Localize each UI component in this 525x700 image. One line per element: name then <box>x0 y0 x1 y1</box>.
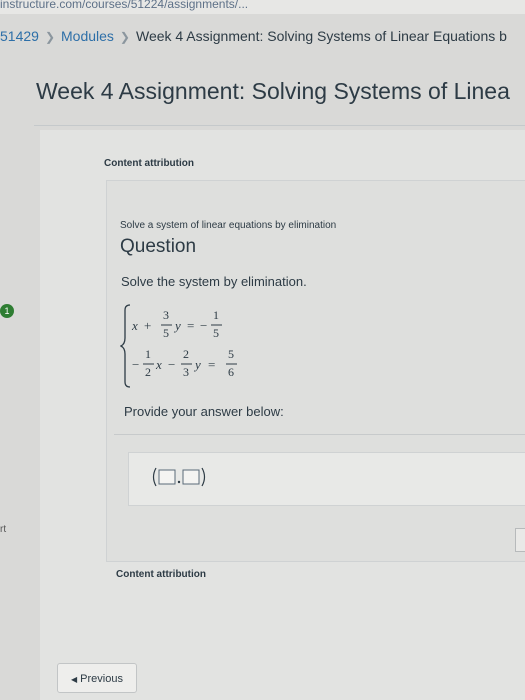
eq1-minus: − <box>200 318 207 333</box>
left-paren-icon <box>152 467 157 487</box>
eq2-coef-y-num: 2 <box>183 347 189 361</box>
comma-icon <box>177 480 181 484</box>
previous-label: Previous <box>80 673 123 685</box>
eq1-plus: + <box>144 318 151 333</box>
eq1-rhs-num: 1 <box>213 308 219 322</box>
chevron-right-icon: ❯ <box>44 30 55 44</box>
previous-button[interactable]: ◀ Previous <box>57 663 137 693</box>
eq1-coef-num: 3 <box>163 308 169 322</box>
eq1-coef-den: 5 <box>163 326 169 340</box>
eq2-coef-x-den: 2 <box>145 365 151 379</box>
browser-url-bar[interactable]: instructure.com/courses/51224/assignment… <box>0 0 525 14</box>
answer-prompt-label: Provide your answer below: <box>124 404 284 419</box>
y-value-box <box>182 469 200 485</box>
eq2-rhs-den: 6 <box>228 365 234 379</box>
ordered-pair-input[interactable] <box>151 467 207 487</box>
right-edge-handle[interactable] <box>515 528 525 552</box>
x-value-box <box>158 469 176 485</box>
page-title: Week 4 Assignment: Solving Systems of Li… <box>36 78 510 104</box>
eq1-x: x <box>131 318 138 333</box>
breadcrumb-current: Week 4 Assignment: Solving Systems of Li… <box>135 28 507 44</box>
breadcrumb: 51429 ❯ Modules ❯ Week 4 Assignment: Solving… <box>0 28 525 50</box>
chevron-left-icon: ◀ <box>71 675 78 684</box>
content-attribution-bottom[interactable]: Content attribution <box>116 569 206 580</box>
eq2-coef-y-den: 3 <box>183 365 189 379</box>
eq2-minus: − <box>168 357 175 372</box>
eq2-x: x <box>155 357 162 372</box>
url-text: instructure.com/courses/51224/assignment… <box>0 0 249 11</box>
eq1-y: y <box>173 318 181 333</box>
chevron-right-icon: ❯ <box>119 30 130 44</box>
question-prompt: Solve the system by elimination. <box>121 274 307 289</box>
breadcrumb-modules[interactable]: Modules <box>61 28 114 44</box>
breadcrumb-course[interactable]: 51429 <box>0 28 39 44</box>
left-brace-icon <box>120 304 131 388</box>
answer-divider <box>114 434 525 435</box>
equation-system: x + 3 5 y = − 1 5 − 1 2 x − 2 3 y = 5 6 <box>120 304 237 388</box>
side-label: rt <box>0 524 7 535</box>
question-subtitle: Solve a system of linear equations by el… <box>120 220 337 231</box>
eq2-equals: = <box>208 357 215 372</box>
eq2-lead-minus: − <box>132 357 139 372</box>
eq1-rhs-den: 5 <box>213 326 219 340</box>
answer-card <box>128 452 525 506</box>
right-paren-icon <box>201 467 206 487</box>
eq2-coef-x-num: 1 <box>145 347 151 361</box>
eq2-rhs-num: 5 <box>228 347 234 361</box>
question-heading: Question <box>120 236 197 257</box>
eq2-y: y <box>193 357 201 372</box>
eq1-equals: = <box>187 318 194 333</box>
title-divider <box>34 125 525 126</box>
question-number-badge: 1 <box>0 304 14 318</box>
content-attribution-top[interactable]: Content attribution <box>104 158 194 169</box>
